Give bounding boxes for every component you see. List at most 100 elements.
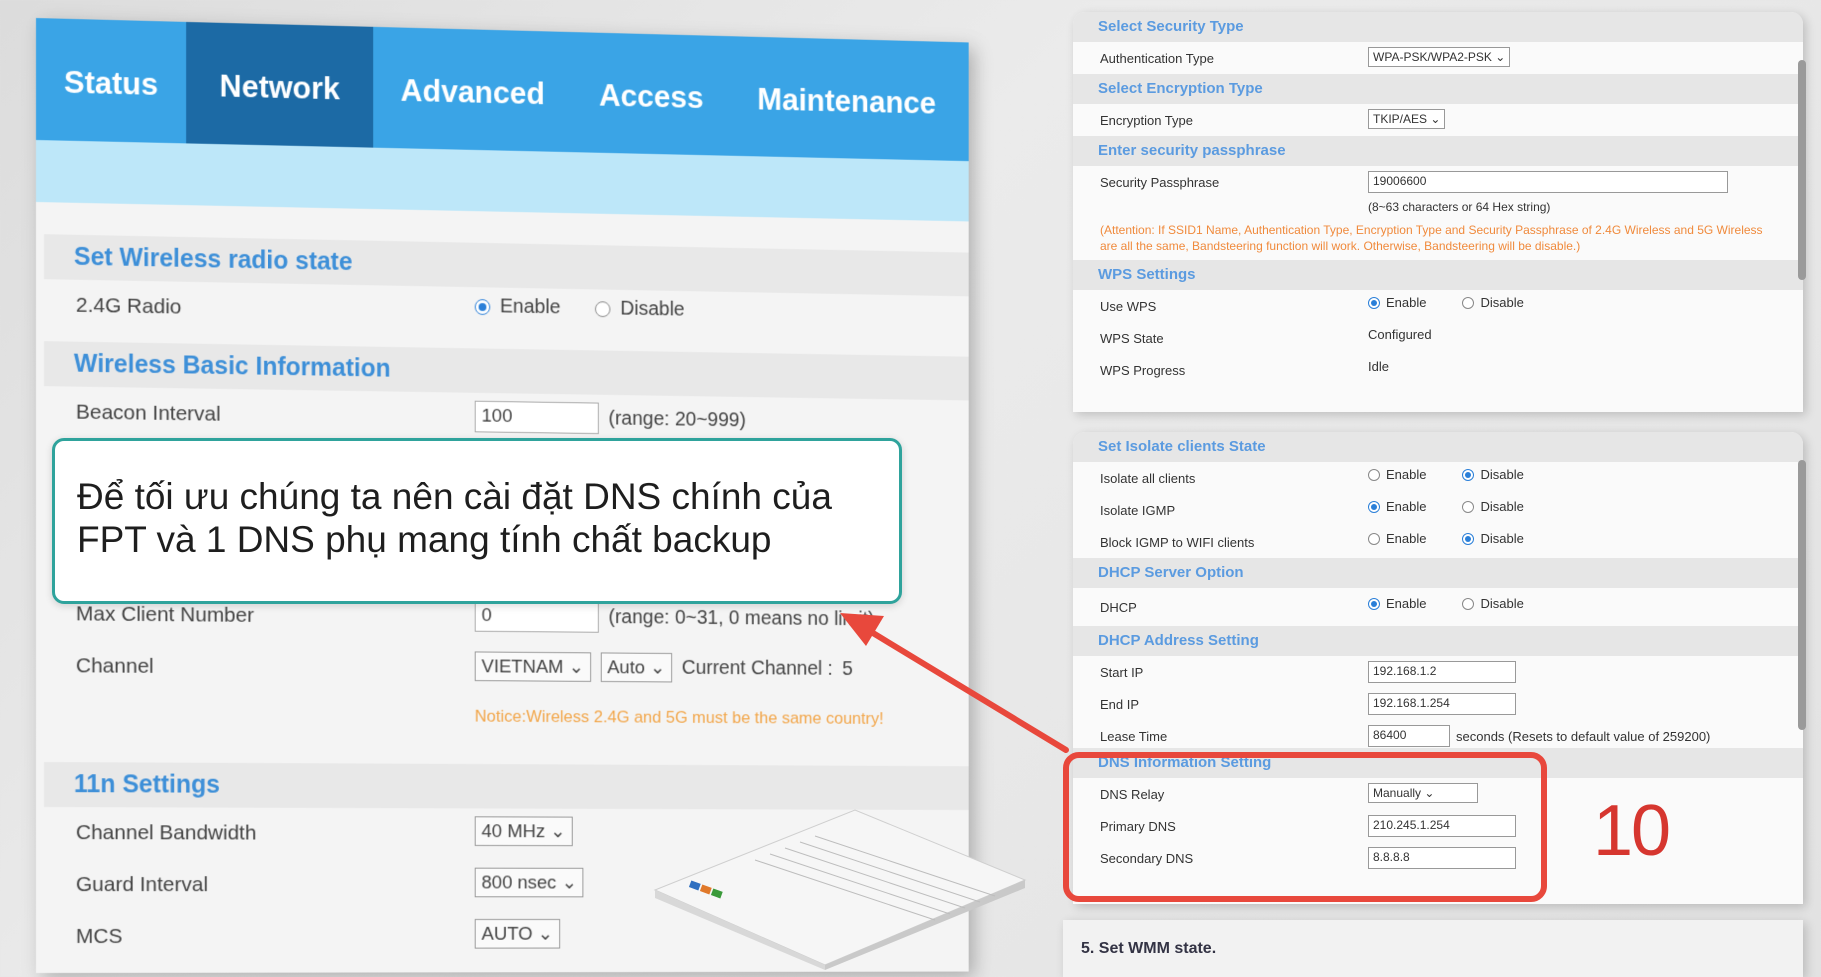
- callout-line-2: FPT và 1 DNS phụ mang tính chất backup: [77, 518, 877, 561]
- isolate-all-label: Isolate all clients: [1100, 471, 1195, 486]
- callout-line-1: Để tối ưu chúng ta nên cài đặt DNS chính…: [77, 475, 877, 518]
- channel-row: Channel VIETNAM ⌄ Auto ⌄ Current Channel…: [36, 640, 969, 698]
- isolate-igmp-label: Isolate IGMP: [1100, 503, 1175, 518]
- block-igmp-disable-label: Disable: [1480, 531, 1523, 546]
- beacon-range: (range: 20~999): [608, 407, 745, 432]
- notice-row: Notice:Wireless 2.4G and 5G must be the …: [36, 692, 969, 757]
- lease-row: Lease Time 86400 seconds (Resets to defa…: [1073, 720, 1803, 748]
- wireless-security-panel: Select Security Type Authentication Type…: [1073, 12, 1803, 412]
- dhcp-enable-label: Enable: [1386, 596, 1426, 611]
- use-wps-row: Use WPS Enable Disable: [1073, 290, 1803, 322]
- scrollbar[interactable]: [1798, 460, 1806, 730]
- radio-enable[interactable]: [475, 299, 491, 315]
- isolate-all-enable-radio[interactable]: [1368, 469, 1380, 481]
- current-channel-label: Current Channel :: [682, 657, 833, 681]
- radio-disable[interactable]: [595, 301, 610, 317]
- beacon-label: Beacon Interval: [76, 401, 221, 427]
- wps-state-row: WPS State Configured: [1073, 322, 1803, 354]
- wps-disable-radio[interactable]: [1462, 297, 1474, 309]
- section-dhcp-server: DHCP Server Option: [1073, 558, 1803, 588]
- auth-row: Authentication Type WPA-PSK/WPA2-PSK ⌄: [1073, 42, 1803, 74]
- encryption-select[interactable]: TKIP/AES ⌄: [1368, 109, 1445, 129]
- max-client-label: Max Client Number: [76, 602, 254, 627]
- block-igmp-label: Block IGMP to WIFI clients: [1100, 535, 1254, 550]
- dhcp-row: DHCP Enable Disable: [1073, 588, 1803, 626]
- wps-progress-value: Idle: [1368, 359, 1389, 374]
- wmm-panel: 5. Set WMM state.: [1063, 920, 1803, 977]
- guard-label: Guard Interval: [76, 873, 208, 897]
- start-ip-label: Start IP: [1100, 665, 1143, 680]
- tab-network[interactable]: Network: [186, 22, 373, 148]
- callout-box: Để tối ưu chúng ta nên cài đặt DNS chính…: [52, 438, 902, 604]
- block-igmp-row: Block IGMP to WIFI clients Enable Disabl…: [1073, 526, 1803, 558]
- dhcp-disable-radio[interactable]: [1462, 598, 1474, 610]
- isolate-all-disable-radio[interactable]: [1462, 469, 1474, 481]
- section-passphrase: Enter security passphrase: [1073, 136, 1803, 166]
- isolate-igmp-disable-label: Disable: [1480, 499, 1523, 514]
- section-encryption-type: Select Encryption Type: [1073, 74, 1803, 104]
- auth-select[interactable]: WPA-PSK/WPA2-PSK ⌄: [1368, 47, 1510, 67]
- country-notice: Notice:Wireless 2.4G and 5G must be the …: [475, 707, 884, 729]
- use-wps-label: Use WPS: [1100, 299, 1156, 314]
- block-igmp-enable-label: Enable: [1386, 531, 1426, 546]
- attention-row: (Attention: If SSID1 Name, Authenticatio…: [1073, 220, 1803, 260]
- radio-enable-label: Enable: [500, 296, 560, 320]
- lease-label: Lease Time: [1100, 729, 1167, 744]
- lease-input[interactable]: 86400: [1368, 725, 1450, 747]
- lease-hint: seconds (Resets to default value of 2592…: [1456, 729, 1710, 744]
- isolate-igmp-disable-radio[interactable]: [1462, 501, 1474, 513]
- isolate-all-enable-label: Enable: [1386, 467, 1426, 482]
- end-ip-row: End IP 192.168.1.254: [1073, 688, 1803, 720]
- wps-progress-label: WPS Progress: [1100, 363, 1185, 378]
- isolate-igmp-enable-radio[interactable]: [1368, 501, 1380, 513]
- mcs-select[interactable]: AUTO ⌄: [475, 919, 560, 949]
- bandwidth-select[interactable]: 40 MHz ⌄: [475, 816, 573, 846]
- router-device-image: [635, 770, 1035, 970]
- radio-label: 2.4G Radio: [76, 294, 182, 320]
- passphrase-row: Security Passphrase 19006600: [1073, 166, 1803, 198]
- wps-state-label: WPS State: [1100, 331, 1164, 346]
- block-igmp-disable-radio[interactable]: [1462, 533, 1474, 545]
- tab-access[interactable]: Access: [572, 32, 731, 156]
- mcs-label: MCS: [76, 925, 122, 949]
- section-wmm: 5. Set WMM state.: [1063, 920, 1803, 977]
- guard-select[interactable]: 800 nsec ⌄: [475, 868, 584, 898]
- main-tab-bar: Status Network Advanced Access Maintenan…: [36, 18, 969, 161]
- passphrase-label: Security Passphrase: [1100, 175, 1219, 190]
- tab-advanced[interactable]: Advanced: [373, 27, 572, 152]
- beacon-input[interactable]: 100: [475, 401, 599, 434]
- section-dhcp-address: DHCP Address Setting: [1073, 626, 1803, 656]
- end-ip-label: End IP: [1100, 697, 1139, 712]
- channel-label: Channel: [76, 654, 154, 679]
- max-client-range: (range: 0~31, 0 means no limit): [608, 606, 874, 631]
- bandwidth-label: Channel Bandwidth: [76, 821, 257, 845]
- wps-enable-label: Enable: [1386, 295, 1426, 310]
- dhcp-disable-label: Disable: [1480, 596, 1523, 611]
- wps-state-value: Configured: [1368, 327, 1432, 342]
- passphrase-hint-row: (8~63 characters or 64 Hex string): [1073, 198, 1803, 220]
- isolate-igmp-row: Isolate IGMP Enable Disable: [1073, 494, 1803, 526]
- tab-help[interactable]: He: [963, 42, 969, 163]
- scrollbar[interactable]: [1798, 60, 1806, 280]
- dns-highlight-box: [1063, 752, 1547, 902]
- dhcp-enable-radio[interactable]: [1368, 598, 1380, 610]
- country-select[interactable]: VIETNAM ⌄: [475, 651, 591, 681]
- channel-select[interactable]: Auto ⌄: [600, 652, 672, 682]
- section-isolate: Set Isolate clients State: [1073, 432, 1803, 462]
- wps-disable-label: Disable: [1480, 295, 1523, 310]
- end-ip-input[interactable]: 192.168.1.254: [1368, 693, 1516, 715]
- current-channel-value: 5: [842, 658, 853, 681]
- block-igmp-enable-radio[interactable]: [1368, 533, 1380, 545]
- attention-note: (Attention: If SSID1 Name, Authenticatio…: [1100, 222, 1783, 254]
- start-ip-input[interactable]: 192.168.1.2: [1368, 661, 1516, 683]
- section-security-type: Select Security Type: [1073, 12, 1803, 42]
- tab-maintenance[interactable]: Maintenance: [731, 36, 963, 161]
- max-client-input[interactable]: 0: [475, 600, 599, 633]
- tab-status[interactable]: Status: [36, 18, 186, 143]
- isolate-all-row: Isolate all clients Enable Disable: [1073, 462, 1803, 494]
- passphrase-input[interactable]: 19006600: [1368, 171, 1728, 193]
- dhcp-label: DHCP: [1100, 600, 1137, 615]
- wps-progress-row: WPS Progress Idle: [1073, 354, 1803, 386]
- isolate-all-disable-label: Disable: [1480, 467, 1523, 482]
- wps-enable-radio[interactable]: [1368, 297, 1380, 309]
